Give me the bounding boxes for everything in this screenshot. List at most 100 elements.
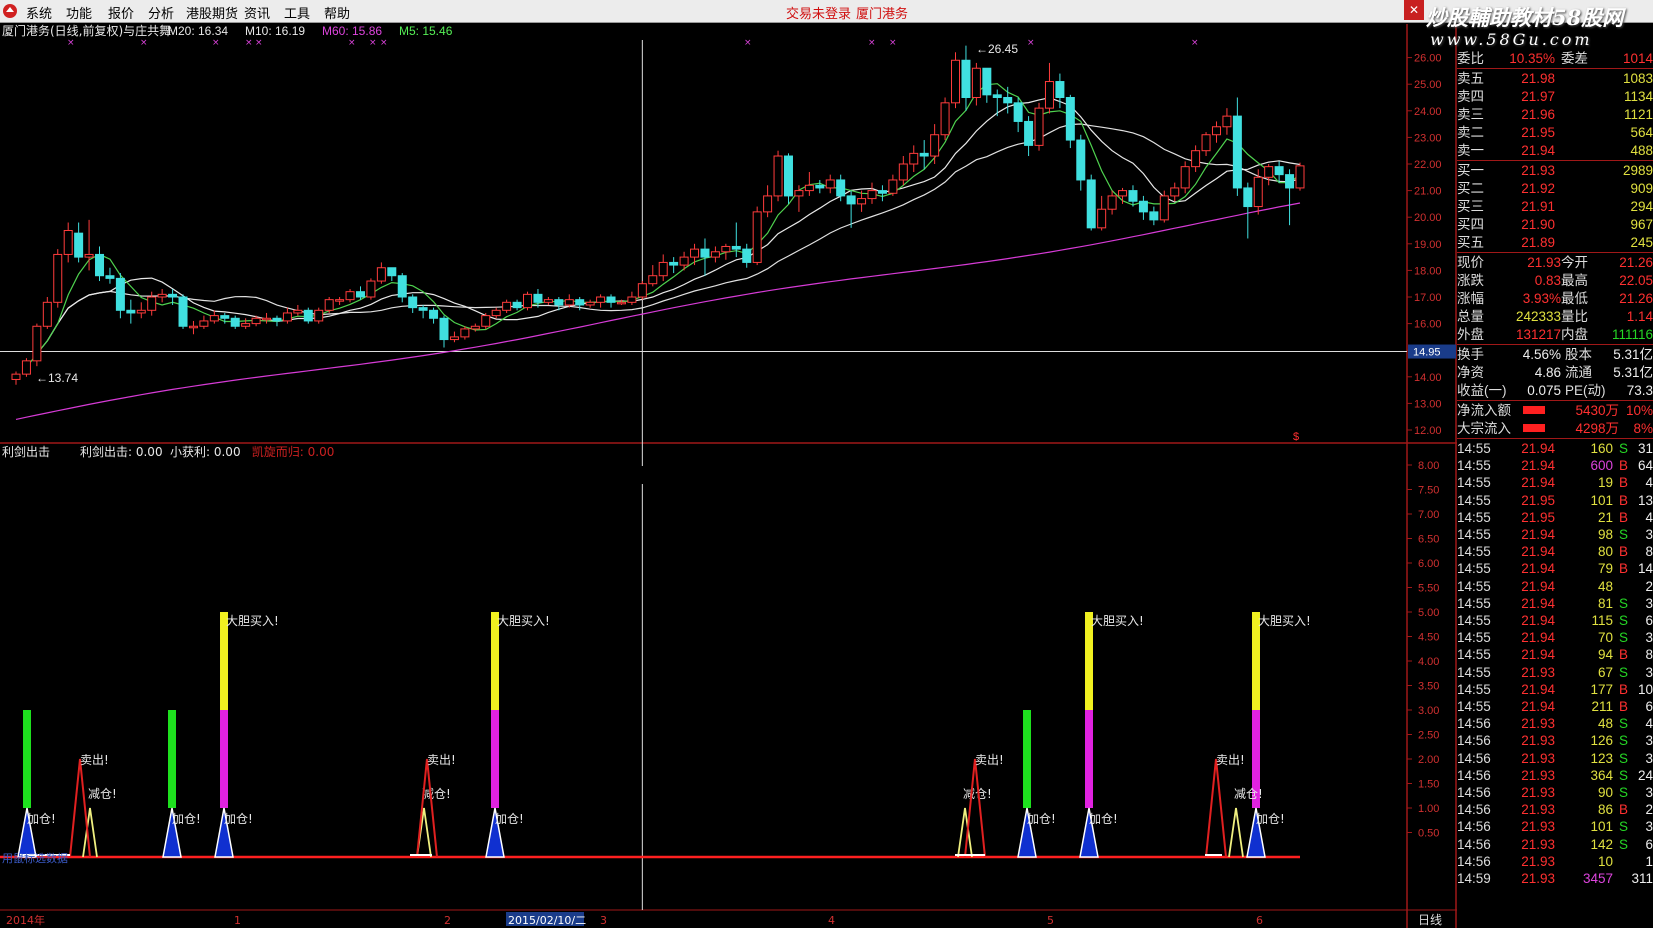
bid-volume: 294 xyxy=(1630,199,1653,214)
quote-value: 22.05 xyxy=(1619,273,1653,288)
flow-bar xyxy=(1523,406,1545,414)
ytick-label-main: 22.00 xyxy=(1414,159,1442,171)
tick-price: 21.93 xyxy=(1521,819,1555,835)
quote-label: 今开 xyxy=(1561,255,1588,270)
low-price-label: ←13.74 xyxy=(36,371,78,385)
bid-label: 买四 xyxy=(1457,217,1484,232)
flow-value: 5430万 xyxy=(1575,403,1619,418)
tick-row: 14:55 21.94 19 B 4 xyxy=(1457,474,1653,492)
tick-side: B xyxy=(1619,802,1629,818)
tick-count: 64 xyxy=(1637,458,1653,474)
tick-count: 3 xyxy=(1645,664,1653,680)
xaxis-label: 1 xyxy=(234,914,241,927)
tick-count: 2 xyxy=(1645,802,1653,818)
candle-body xyxy=(1097,208,1107,229)
tick-volume: 3457 xyxy=(1582,871,1613,886)
tick-side: S xyxy=(1619,750,1629,766)
candle-body xyxy=(919,152,929,157)
tick-row: 14:55 21.94 70 S 3 xyxy=(1457,629,1653,647)
tick-side: S xyxy=(1619,664,1629,680)
candle-body xyxy=(449,336,459,341)
candle-body xyxy=(523,293,533,309)
xaxis-label: 2015/02/10/二 xyxy=(508,914,586,927)
tick-row: 14:55 21.94 160 S 31 xyxy=(1457,440,1653,458)
tick-volume: 94 xyxy=(1597,647,1613,663)
tick-side: B xyxy=(1619,544,1629,560)
ytick-label-main: 26.00 xyxy=(1414,53,1442,65)
panel-separator xyxy=(1457,68,1653,69)
quote-label: 涨跌 xyxy=(1457,273,1484,288)
candle-body xyxy=(679,256,689,266)
xaxis-label: 3 xyxy=(600,914,607,927)
tick-count: 6 xyxy=(1645,836,1653,852)
ask-label: 卖四 xyxy=(1457,89,1484,104)
ytick-label-sub: 1.50 xyxy=(1418,779,1439,791)
ytick-label-sub: 3.50 xyxy=(1418,681,1439,693)
candle-body xyxy=(439,317,449,341)
ask-row: 卖二 21.95 564 xyxy=(1457,124,1653,142)
tick-row: 14:55 21.94 81 S 3 xyxy=(1457,595,1653,613)
tick-volume: 86 xyxy=(1597,802,1613,818)
tick-row: 14:55 21.94 600 B 64 xyxy=(1457,457,1653,475)
candle-body xyxy=(564,299,574,306)
period-label[interactable]: 日线 xyxy=(1418,913,1442,927)
chart-area[interactable]: 26.0025.0024.0023.0022.0021.0020.0019.00… xyxy=(0,0,1457,928)
tick-side: S xyxy=(1619,527,1629,542)
fund-label: 净资 xyxy=(1457,365,1484,380)
reduce-label: 减仓! xyxy=(88,787,117,801)
ask-row: 卖四 21.97 1134 xyxy=(1457,88,1653,106)
ytick-label-sub: 2.50 xyxy=(1418,730,1439,742)
tick-price: 21.94 xyxy=(1521,561,1555,577)
candle-body xyxy=(1170,187,1180,197)
tick-time: 14:55 xyxy=(1457,458,1491,474)
tick-count: 311 xyxy=(1631,871,1653,886)
ytick-label-sub: 1.00 xyxy=(1418,803,1439,815)
candle-body xyxy=(481,315,491,327)
quote-label: 最高 xyxy=(1561,273,1588,288)
tick-volume: 98 xyxy=(1597,527,1613,542)
ytick-label-main: 14.00 xyxy=(1414,372,1442,384)
tick-count: 6 xyxy=(1645,699,1653,714)
ma-label: M10: 16.19 xyxy=(245,24,305,38)
ytick-label-sub: 5.00 xyxy=(1418,607,1439,619)
candle-body xyxy=(731,245,741,250)
tick-volume: 600 xyxy=(1590,458,1613,474)
candle-body xyxy=(982,67,992,96)
marker-s: $ xyxy=(1293,431,1299,443)
bid-price: 21.89 xyxy=(1521,235,1555,250)
tick-count: 3 xyxy=(1645,595,1653,611)
top-marker: × xyxy=(67,38,75,48)
ask-price: 21.96 xyxy=(1521,107,1555,122)
tick-volume: 101 xyxy=(1590,492,1613,508)
tick-row: 14:56 21.93 90 S 3 xyxy=(1457,784,1653,802)
tick-time: 14:55 xyxy=(1457,544,1491,560)
candle-body xyxy=(627,296,637,303)
tick-row: 14:56 21.93 86 B 2 xyxy=(1457,801,1653,819)
candle-body xyxy=(909,152,919,165)
tick-time: 14:55 xyxy=(1457,630,1491,646)
ytick-label-main: 24.00 xyxy=(1414,106,1442,118)
signal-bar-green xyxy=(168,710,176,808)
candle-body xyxy=(335,299,345,302)
candle-body xyxy=(533,293,543,303)
candle-body xyxy=(658,261,668,277)
xaxis-label: 2 xyxy=(444,914,451,927)
xaxis-label: 6 xyxy=(1256,914,1263,927)
tick-time: 14:56 xyxy=(1457,853,1491,869)
tick-side: B xyxy=(1619,492,1629,508)
add-position-label: 加仓! xyxy=(1089,812,1118,826)
tick-time: 14:55 xyxy=(1457,647,1491,663)
candle-body xyxy=(596,296,606,303)
ask-price: 21.94 xyxy=(1521,143,1555,158)
tick-price: 21.93 xyxy=(1521,750,1555,766)
ask-label: 卖二 xyxy=(1457,125,1484,140)
tick-price: 21.93 xyxy=(1521,853,1555,869)
ytick-label-sub: 0.50 xyxy=(1418,828,1439,840)
candle-body xyxy=(606,296,616,303)
tick-volume: 115 xyxy=(1591,613,1613,628)
candle-body xyxy=(794,190,804,197)
candle-body xyxy=(502,301,512,311)
candle-body xyxy=(669,261,679,266)
quote-panel: 委比 10.35% 委差 1014 卖五 21.98 1083 卖四 21.97 1134 卖三 21… xyxy=(1457,50,1653,928)
tick-row: 14:55 21.94 177 B 10 xyxy=(1457,681,1653,699)
